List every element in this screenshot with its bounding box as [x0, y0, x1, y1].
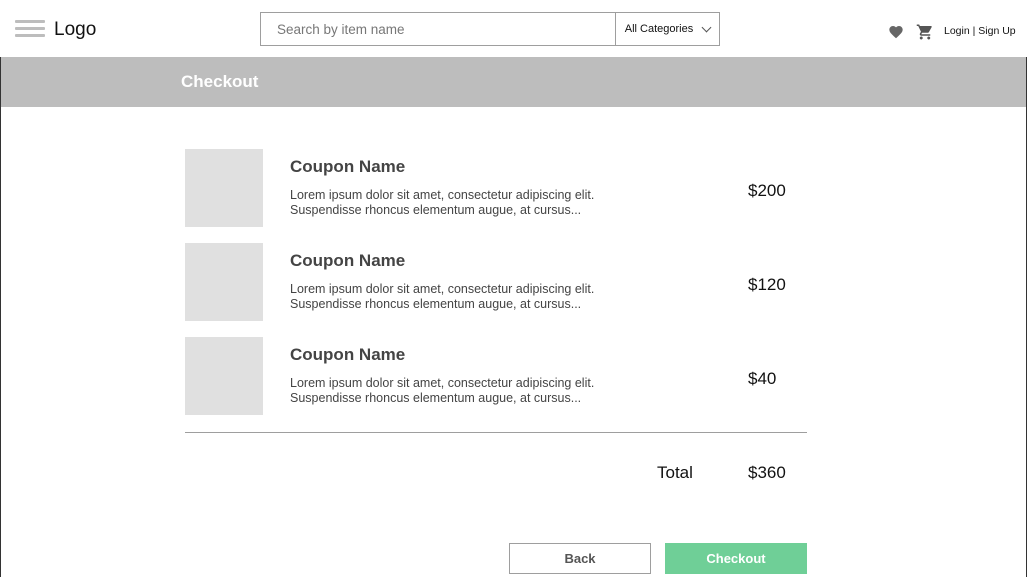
page-title: Checkout: [181, 72, 259, 91]
item-description: Lorem ipsum dolor sit amet, consectetur …: [290, 376, 650, 406]
chevron-down-icon: [701, 22, 712, 32]
auth-separator: |: [969, 25, 979, 37]
item-image-placeholder: [185, 243, 263, 321]
category-select[interactable]: All Categories: [615, 13, 719, 45]
item-name: Coupon Name: [290, 157, 406, 176]
back-button[interactable]: Back: [509, 543, 651, 574]
checkout-item: Coupon Name Lorem ipsum dolor sit amet, …: [185, 243, 807, 321]
category-select-label: All Categories: [624, 23, 694, 35]
item-price: $200: [748, 181, 786, 200]
search-bar: All Categories: [260, 12, 720, 46]
item-description: Lorem ipsum dolor sit amet, consectetur …: [290, 282, 650, 312]
summary-divider: [185, 432, 807, 433]
heart-icon[interactable]: [888, 24, 904, 40]
logo[interactable]: Logo: [54, 19, 96, 41]
total-label: Total: [657, 463, 693, 482]
item-name: Coupon Name: [290, 251, 406, 270]
search-input[interactable]: [261, 13, 615, 45]
item-description: Lorem ipsum dolor sit amet, consectetur …: [290, 188, 650, 218]
item-price: $120: [748, 275, 786, 294]
item-description-line: Suspendisse rhoncus elementum augue, at …: [290, 203, 582, 217]
cart-icon[interactable]: [916, 23, 934, 41]
item-price: $40: [748, 369, 777, 388]
checkout-button[interactable]: Checkout: [665, 543, 807, 574]
checkout-item: Coupon Name Lorem ipsum dolor sit amet, …: [185, 337, 807, 415]
item-description-line: Suspendisse rhoncus elementum augue, at …: [290, 391, 582, 405]
hamburger-menu-icon[interactable]: [15, 20, 45, 38]
page-banner: Checkout: [1, 57, 1026, 107]
auth-links: Login | Sign Up: [944, 25, 1016, 37]
total-value: $360: [748, 463, 786, 482]
checkout-item: Coupon Name Lorem ipsum dolor sit amet, …: [185, 149, 807, 227]
login-link[interactable]: Login: [944, 25, 970, 37]
item-name: Coupon Name: [290, 345, 406, 364]
signup-link[interactable]: Sign Up: [978, 25, 1015, 37]
top-header: Logo All Categories Login | Sign Up: [0, 0, 1027, 57]
item-image-placeholder: [185, 149, 263, 227]
item-image-placeholder: [185, 337, 263, 415]
item-description-line: Lorem ipsum dolor sit amet, consectetur …: [290, 376, 595, 390]
item-description-line: Lorem ipsum dolor sit amet, consectetur …: [290, 188, 595, 202]
item-description-line: Lorem ipsum dolor sit amet, consectetur …: [290, 282, 595, 296]
item-description-line: Suspendisse rhoncus elementum augue, at …: [290, 297, 582, 311]
